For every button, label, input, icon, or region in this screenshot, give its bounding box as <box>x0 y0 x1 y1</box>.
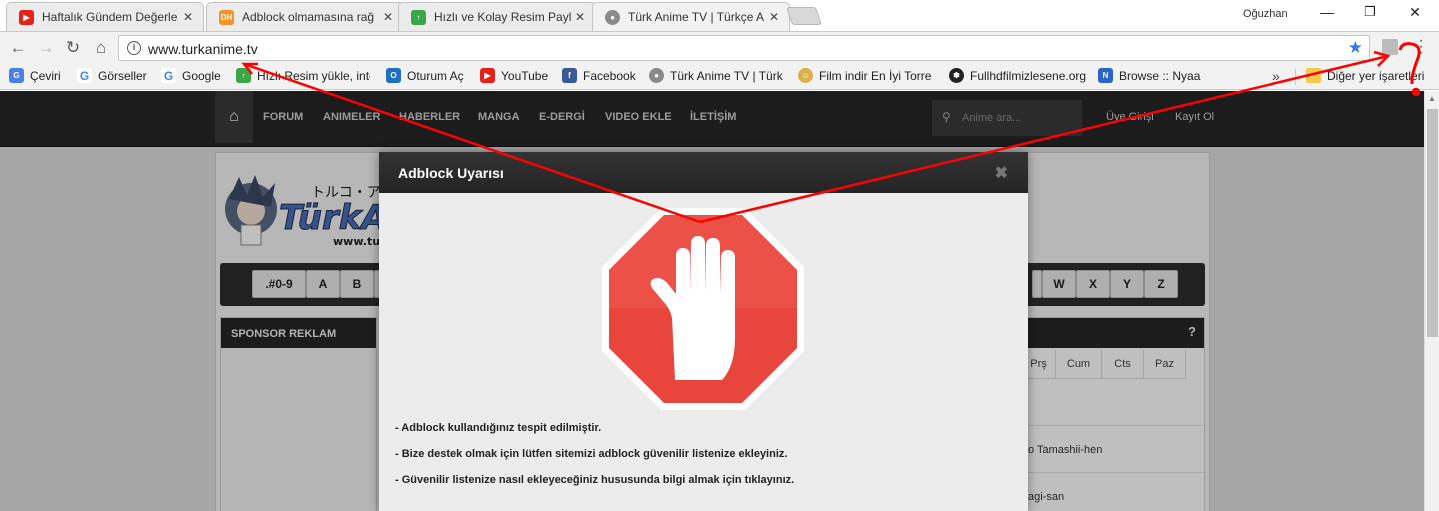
tab-youtube[interactable]: ▶ Haftalık Gündem Değerle ✕ <box>6 2 204 31</box>
bookmark-label: Görseller <box>98 68 147 83</box>
bookmarks-overflow-button[interactable]: » <box>1272 68 1280 84</box>
tab-turkanime[interactable]: ● Türk Anime TV | Türkçe A ✕ <box>592 2 790 31</box>
folder-icon <box>1306 68 1321 83</box>
webpage: ⌂ FORUM ANIMELER HABERLER MANGA E-DERGİ … <box>0 91 1424 511</box>
nyaa-icon: N <box>1098 68 1113 83</box>
bookmark-label: Türk Anime TV | Türk <box>670 68 783 83</box>
tab-close-icon[interactable]: ✕ <box>573 10 587 24</box>
extension-icon[interactable] <box>1382 39 1398 55</box>
tab-strip: ▶ Haftalık Gündem Değerle ✕ DH Adblock o… <box>0 0 1439 32</box>
address-bar[interactable]: i www.turkanime.tv ★ <box>118 35 1370 61</box>
dh-icon: DH <box>219 9 234 25</box>
turkanime-icon: ● <box>649 68 664 83</box>
stop-hand-icon <box>602 208 804 410</box>
tab-title: Hızlı ve Kolay Resim Payl <box>434 10 572 24</box>
tab-title: Türk Anime TV | Türkçe A <box>628 10 765 24</box>
minimize-icon[interactable]: — <box>1315 4 1339 20</box>
profile-name[interactable]: Oğuzhan <box>1243 8 1288 20</box>
bookmark-label: Google <box>182 68 221 83</box>
new-tab-button[interactable] <box>786 7 822 25</box>
bookmark-film-indir[interactable]: ☺ Film indir En İyi Torre <box>798 68 931 83</box>
tab-resim[interactable]: ↑ Hızlı ve Kolay Resim Payl ✕ <box>398 2 596 31</box>
modal-title: Adblock Uyarısı <box>398 165 504 181</box>
bookmark-label: Çeviri <box>30 68 61 83</box>
info-icon[interactable]: i <box>127 41 141 55</box>
youtube-icon: ▶ <box>19 9 34 25</box>
modal-message-3[interactable]: - Güvenilir listenize nasıl ekleyeceğini… <box>395 474 794 486</box>
translate-icon: G <box>9 68 24 83</box>
bookmark-label: Fullhdfilmizlesene.org <box>970 68 1087 83</box>
browser-toolbar: ← → ↻ ⌂ i www.turkanime.tv ★ · · · <box>0 32 1439 63</box>
upload-arrow-icon: ↑ <box>236 68 251 83</box>
youtube-icon: ▶ <box>480 68 495 83</box>
bookmark-fullhd[interactable]: ✽ Fullhdfilmizlesene.org <box>949 68 1086 83</box>
bookmark-label: Browse :: Nyaa <box>1119 68 1201 83</box>
reload-icon[interactable]: ↻ <box>62 37 84 59</box>
bookmark-label: Oturum Aç <box>407 68 464 83</box>
close-icon[interactable]: ✖ <box>995 163 1008 183</box>
modal-header: Adblock Uyarısı ✖ <box>379 152 1028 193</box>
close-window-icon[interactable]: ✕ <box>1403 4 1427 21</box>
facebook-icon: f <box>562 68 577 83</box>
restore-icon[interactable]: ❐ <box>1358 4 1382 20</box>
menu-dots-icon[interactable]: · · · <box>1417 33 1425 61</box>
bookmark-oturum-ac[interactable]: O Oturum Aç <box>386 68 464 83</box>
bookmark-google[interactable]: G Google <box>161 68 221 83</box>
bookmark-label: Facebook <box>583 68 636 83</box>
bookmark-gorseller[interactable]: G Görseller <box>77 68 147 83</box>
forward-arrow-icon[interactable]: → <box>35 37 57 59</box>
film-icon: ☺ <box>798 68 813 83</box>
scroll-up-arrow-icon[interactable]: ▲ <box>1428 94 1436 103</box>
bookmark-label: YouTube <box>501 68 549 83</box>
bookmark-facebook[interactable]: f Facebook <box>562 68 636 83</box>
google-icon: G <box>77 68 92 83</box>
tab-close-icon[interactable]: ✕ <box>181 10 195 24</box>
bookmarks-divider <box>1295 69 1296 85</box>
reel-icon: ✽ <box>949 68 964 83</box>
tab-donanimhaber[interactable]: DH Adblock olmamasına rağ ✕ <box>206 2 404 31</box>
bookmark-nyaa[interactable]: N Browse :: Nyaa <box>1098 68 1200 83</box>
tab-title: Adblock olmamasına rağ <box>242 10 375 24</box>
outlook-icon: O <box>386 68 401 83</box>
adblock-modal: Adblock Uyarısı ✖ - Adblock kullandığını… <box>379 152 1028 511</box>
home-icon[interactable]: ⌂ <box>90 37 112 59</box>
page-scrollbar[interactable]: ▲ <box>1424 91 1439 511</box>
bookmarks-bar: G Çeviri G Görseller G Google ↑ Hızlı Re… <box>0 63 1439 90</box>
bookmark-label: Film indir En İyi Torre <box>819 68 932 83</box>
modal-message-1: - Adblock kullandığınız tespit edilmişti… <box>395 422 602 434</box>
url-text[interactable]: www.turkanime.tv <box>148 41 258 57</box>
bookmark-hizli-resim[interactable]: ↑ Hızlı Resim yükle, inte <box>236 68 370 83</box>
turkanime-icon: ● <box>605 9 620 25</box>
bookmark-label: Diğer yer işaretleri <box>1327 68 1425 83</box>
upload-arrow-icon: ↑ <box>411 9 426 25</box>
bookmark-ceviri[interactable]: G Çeviri <box>9 68 61 83</box>
back-arrow-icon[interactable]: ← <box>7 37 29 59</box>
tab-close-icon[interactable]: ✕ <box>767 10 781 24</box>
bookmark-star-icon[interactable]: ★ <box>1348 38 1363 58</box>
scroll-thumb[interactable] <box>1427 109 1438 337</box>
modal-message-2: - Bize destek olmak için lütfen sitemizi… <box>395 448 788 460</box>
tab-close-icon[interactable]: ✕ <box>381 10 395 24</box>
bookmark-turkanime[interactable]: ● Türk Anime TV | Türk <box>649 68 783 83</box>
bookmark-other-folder[interactable]: Diğer yer işaretleri <box>1306 68 1424 83</box>
bookmark-youtube[interactable]: ▶ YouTube <box>480 68 548 83</box>
bookmark-label: Hızlı Resim yükle, inte <box>257 68 370 83</box>
google-icon: G <box>161 68 176 83</box>
tab-title: Haftalık Gündem Değerle <box>42 10 178 24</box>
